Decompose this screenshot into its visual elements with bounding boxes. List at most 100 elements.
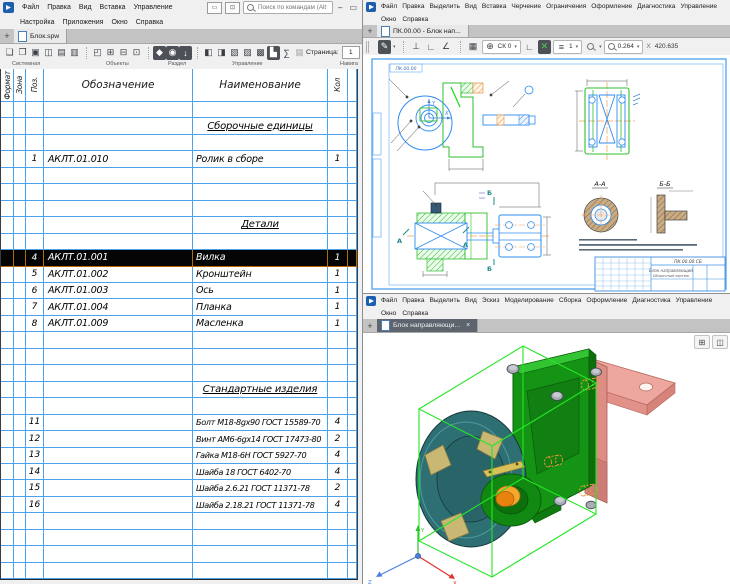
print-preview-icon[interactable]: ▥ xyxy=(68,46,81,60)
spec-table-icon[interactable]: ▦ xyxy=(293,46,306,60)
orientation-icon[interactable]: ⊞ xyxy=(694,335,710,349)
menu-item-сборка[interactable]: Сборка xyxy=(559,297,582,304)
menu-item-справка[interactable]: Справка xyxy=(136,19,163,26)
show-all-sections-icon[interactable]: ◉ xyxy=(166,46,179,60)
section-pointer-icon[interactable]: ◆ xyxy=(153,46,166,60)
empty-row[interactable] xyxy=(1,546,357,562)
update-positions-icon[interactable]: ▩ xyxy=(254,46,267,60)
calculate-positions-icon[interactable]: ∑ xyxy=(280,46,293,60)
menu-item-вид[interactable]: Вид xyxy=(465,297,477,304)
add-auxiliary-object-icon[interactable]: ⊟ xyxy=(117,46,130,60)
menu-item-моделирование[interactable]: Моделирование xyxy=(505,297,554,304)
specification-table[interactable]: Формат Зона Поз. Обозначение Наименовани… xyxy=(0,69,358,580)
group-label-system[interactable]: Системная xyxy=(12,61,40,67)
snap-icon[interactable]: ✕ xyxy=(538,40,551,54)
empty-row[interactable] xyxy=(1,135,357,151)
empty-row[interactable] xyxy=(1,332,357,348)
save-as-icon[interactable]: ◫ xyxy=(42,46,55,60)
empty-row[interactable] xyxy=(1,102,357,118)
menu-item-ограничения[interactable]: Ограничения xyxy=(546,3,586,10)
close-tab-icon[interactable]: × xyxy=(466,322,470,329)
constraint-perpendicular-icon[interactable]: ⊥ xyxy=(410,40,423,54)
menu-item-диагностика[interactable]: Диагностика xyxy=(637,3,675,10)
coordinate-system-select[interactable]: ⊕ СК 0 ▾ xyxy=(482,40,521,54)
style-pencil-icon[interactable]: ✎ xyxy=(378,40,391,54)
menu-item-окно[interactable]: Окно xyxy=(381,310,396,317)
tab-blok-spw[interactable]: Блок.spw xyxy=(14,29,67,43)
page-input[interactable]: 1 xyxy=(342,46,360,59)
save-document-icon[interactable]: ▣ xyxy=(29,46,42,60)
table-row[interactable]: 8АКЛТ.01.009Масленка1 xyxy=(1,316,357,332)
section-row[interactable]: Сборочные единицы xyxy=(1,118,357,134)
table-row[interactable]: 1АКЛТ.01.010Ролик в сборе1 xyxy=(1,151,357,167)
menu-item-управление[interactable]: Управление xyxy=(676,297,713,304)
empty-row[interactable] xyxy=(1,349,357,365)
menu-item-приложения[interactable]: Приложения xyxy=(62,19,103,26)
menu-item-файл[interactable]: Файл xyxy=(381,3,397,10)
menu-item-вид[interactable]: Вид xyxy=(79,4,92,11)
menu-item-вставка[interactable]: Вставка xyxy=(482,3,507,10)
minimize-button[interactable]: – xyxy=(336,3,344,12)
open-document-icon[interactable]: ❒ xyxy=(16,46,29,60)
empty-row[interactable] xyxy=(1,365,357,381)
menu-item-эскиз[interactable]: Эскиз xyxy=(482,297,500,304)
section-row[interactable]: Детали xyxy=(1,217,357,233)
new-document-icon[interactable]: ❏ xyxy=(3,46,16,60)
group-label-section[interactable]: Раздел xyxy=(168,61,186,67)
menu-item-выделить[interactable]: Выделить xyxy=(430,297,460,304)
new-tab-button[interactable]: + xyxy=(0,29,14,43)
table-row[interactable]: 13Гайка М18-6Н ГОСТ 5927-704 xyxy=(1,448,357,464)
empty-row[interactable] xyxy=(1,513,357,529)
capture-icon[interactable]: ⊡ xyxy=(225,2,240,14)
insert-base-object-icon[interactable]: ◰ xyxy=(91,46,104,60)
group-label-objects[interactable]: Объекты xyxy=(106,61,129,67)
menu-item-настройка[interactable]: Настройка xyxy=(20,19,54,26)
menu-item-файл[interactable]: Файл xyxy=(381,297,397,304)
tab-blok-assembly[interactable]: Блок направляющи... × xyxy=(377,319,478,332)
grid-icon[interactable]: ▦ xyxy=(467,40,480,54)
menu-item-справка[interactable]: Справка xyxy=(402,16,428,23)
group-label-manage[interactable]: Управление xyxy=(232,61,263,67)
add-section-icon[interactable]: ⊞ xyxy=(104,46,117,60)
constraint-angle-icon[interactable]: ∠ xyxy=(440,40,453,54)
object-settings-icon[interactable]: ⊡ xyxy=(130,46,143,60)
constraint-parallel-icon[interactable]: ∟ xyxy=(425,40,438,54)
new-window-icon[interactable]: ▭ xyxy=(207,2,222,14)
document-manager-icon[interactable]: ◧ xyxy=(202,46,215,60)
table-row[interactable]: 5АКЛТ.01.002Кронштейн1 xyxy=(1,267,357,283)
copy-layout-icon[interactable]: ▨ xyxy=(241,46,254,60)
drawing-canvas[interactable]: ПК.00.00 xyxy=(363,55,730,293)
menu-item-диагностика[interactable]: Диагностика xyxy=(632,297,670,304)
menu-item-управление[interactable]: Управление xyxy=(680,3,717,10)
empty-row[interactable] xyxy=(1,234,357,250)
new-tab-button[interactable]: + xyxy=(363,25,377,37)
menu-item-правка[interactable]: Правка xyxy=(402,297,424,304)
menu-item-выделить[interactable]: Выделить xyxy=(430,3,460,10)
menu-item-файл[interactable]: Файл xyxy=(22,4,39,11)
sort-objects-icon[interactable]: ↓ xyxy=(179,46,192,60)
menu-item-оформление[interactable]: Оформление xyxy=(586,297,627,304)
search-input[interactable] xyxy=(256,3,329,12)
menu-item-вставка[interactable]: Вставка xyxy=(100,4,126,11)
empty-row[interactable] xyxy=(1,563,357,579)
toolbar-grip[interactable] xyxy=(366,41,373,53)
menu-item-правка[interactable]: Правка xyxy=(402,3,424,10)
new-tab-button[interactable]: + xyxy=(363,319,377,332)
layer-select[interactable]: ≡ 1 ▾ xyxy=(553,40,582,54)
zoom-area-icon[interactable] xyxy=(584,40,597,54)
empty-row[interactable] xyxy=(1,398,357,414)
tab-pk0000[interactable]: ПК.00.00 - Блок нап... xyxy=(377,25,469,37)
edit-links-icon[interactable]: ▧ xyxy=(228,46,241,60)
group-label-nav[interactable]: Навига xyxy=(340,61,358,67)
pencil-dropdown-icon[interactable]: ▾ xyxy=(393,44,396,50)
print-document-icon[interactable]: ▤ xyxy=(55,46,68,60)
menu-item-окно[interactable]: Окно xyxy=(381,16,396,23)
restore-button[interactable]: ▭ xyxy=(347,3,359,12)
menu-item-окно[interactable]: Окно xyxy=(111,19,127,26)
empty-row[interactable] xyxy=(1,530,357,546)
menu-item-управление[interactable]: Управление xyxy=(134,4,173,11)
table-row[interactable]: 12Винт АМ6-6gх14 ГОСТ 17473-802 xyxy=(1,431,357,447)
table-row[interactable]: 15Шайба 2.6.21 ГОСТ 11371-782 xyxy=(1,480,357,496)
table-row[interactable]: 7АКЛТ.01.004Планка1 xyxy=(1,299,357,315)
arrange-windows-icon[interactable]: ◫ xyxy=(712,335,728,349)
